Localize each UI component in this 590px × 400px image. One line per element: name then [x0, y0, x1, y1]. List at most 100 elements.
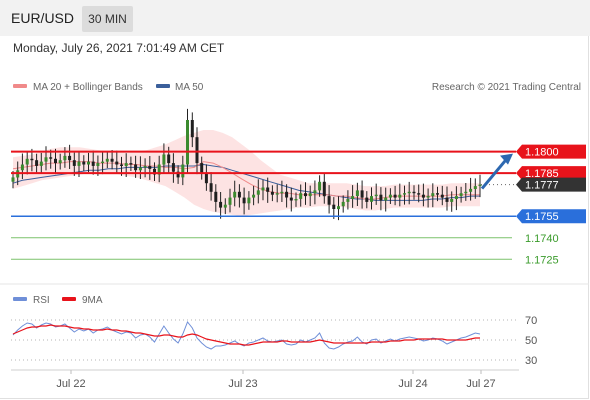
candle-body — [252, 194, 256, 198]
candle-body — [256, 190, 260, 195]
candle-body — [68, 155, 72, 161]
ma50-legend-swatch — [156, 84, 170, 88]
ma20-legend-label: MA 20 + Bollinger Bands — [33, 82, 143, 93]
candle-body — [289, 197, 293, 201]
candle-body — [124, 163, 128, 166]
candle-body — [384, 197, 388, 201]
candle-body — [167, 154, 171, 164]
rsi-tick-label: 50 — [525, 335, 537, 347]
candle-body — [308, 193, 312, 197]
candle-body — [454, 196, 458, 199]
candle-body — [181, 164, 185, 178]
candle-body — [87, 161, 90, 165]
candle-body — [20, 164, 24, 171]
candle-body — [412, 191, 416, 194]
candle-body — [388, 194, 392, 198]
candle-body — [445, 197, 449, 202]
level-tag-label: 1.1755 — [525, 211, 559, 223]
candle-body — [450, 199, 454, 202]
x-tick-label: Jul 24 — [398, 378, 427, 390]
candle-body — [49, 157, 53, 159]
candle-body — [417, 193, 421, 195]
candle-body — [105, 158, 109, 162]
candle-body — [200, 163, 204, 174]
rsi-tick-label: 70 — [525, 315, 537, 327]
level-tag-label: 1.1777 — [525, 180, 559, 192]
candle-body — [473, 186, 477, 189]
candle-body — [11, 177, 15, 182]
candle-body — [261, 187, 265, 191]
candle-body — [294, 199, 298, 201]
candle-body — [379, 194, 383, 201]
rsi-plot: 70 50 30 — [11, 315, 537, 367]
candle-body — [355, 190, 359, 197]
candle-body — [337, 206, 340, 210]
candle-body — [134, 164, 138, 171]
candle-body — [436, 193, 439, 195]
candle-body — [186, 120, 189, 165]
candle-body — [407, 191, 411, 194]
candle-body — [219, 201, 223, 208]
rsi-legend-swatch — [13, 297, 27, 301]
candle-body — [365, 197, 369, 202]
price-chart-svg: MA 20 + Bollinger Bands MA 50 Research ©… — [0, 82, 589, 390]
candle-body — [285, 191, 289, 198]
credit-label: Research © 2021 Trading Central — [432, 82, 581, 93]
price-plot — [11, 108, 482, 221]
candle-body — [426, 196, 430, 198]
candle-body — [327, 196, 331, 205]
candle-body — [237, 191, 241, 198]
candle-body — [129, 163, 133, 165]
x-axis: Jul 22 Jul 23 Jul 24 Jul 27 — [56, 370, 496, 390]
candle-body — [228, 197, 232, 205]
candle-body — [35, 160, 39, 166]
candle-body — [138, 167, 142, 171]
candle-body — [214, 191, 218, 202]
candle-body — [30, 158, 34, 161]
candle-body — [195, 137, 199, 164]
candle-body — [374, 194, 378, 197]
candle-body — [204, 173, 208, 184]
candle-body — [44, 157, 48, 162]
candle-body — [421, 194, 425, 198]
candle-body — [54, 158, 57, 164]
rsi-ma-line — [12, 324, 480, 346]
candle-body — [115, 161, 119, 165]
candle-body — [39, 161, 43, 166]
candle-body — [275, 193, 279, 195]
candle-body — [351, 196, 355, 199]
candle-body — [299, 193, 303, 199]
candle-body — [360, 190, 364, 198]
candle-body — [247, 197, 251, 204]
candle-body — [393, 194, 397, 198]
candle-body — [209, 183, 213, 192]
x-tick-label: Jul 23 — [228, 378, 257, 390]
candle-body — [459, 193, 463, 197]
candle-body — [171, 163, 175, 172]
candle-body — [398, 194, 402, 198]
rsi-ma-legend-label: 9MA — [82, 295, 103, 306]
candle-body — [464, 191, 468, 194]
x-tick-label: Jul 27 — [466, 378, 495, 390]
candle-body — [96, 163, 100, 166]
target-level-label: 1.1725 — [525, 254, 559, 266]
candle-body — [25, 158, 29, 165]
level-tag-label: 1.1800 — [525, 147, 559, 159]
candle-body — [242, 197, 246, 204]
candle-body — [233, 191, 237, 198]
candle-body — [58, 160, 62, 164]
ma50-legend-label: MA 50 — [175, 82, 204, 93]
target-level-label: 1.1740 — [525, 233, 559, 245]
rsi-tick-label: 30 — [525, 355, 537, 367]
candle-body — [346, 199, 350, 202]
candle-body — [143, 166, 147, 168]
candle-body — [403, 193, 406, 195]
candle-body — [469, 188, 473, 192]
candle-body — [72, 160, 76, 166]
candle-body — [91, 161, 95, 166]
candle-body — [223, 204, 227, 208]
candle-body — [332, 204, 336, 209]
candle-body — [190, 120, 194, 138]
candle-body — [313, 190, 317, 194]
current-level-tag: 1.1777 — [516, 177, 586, 192]
